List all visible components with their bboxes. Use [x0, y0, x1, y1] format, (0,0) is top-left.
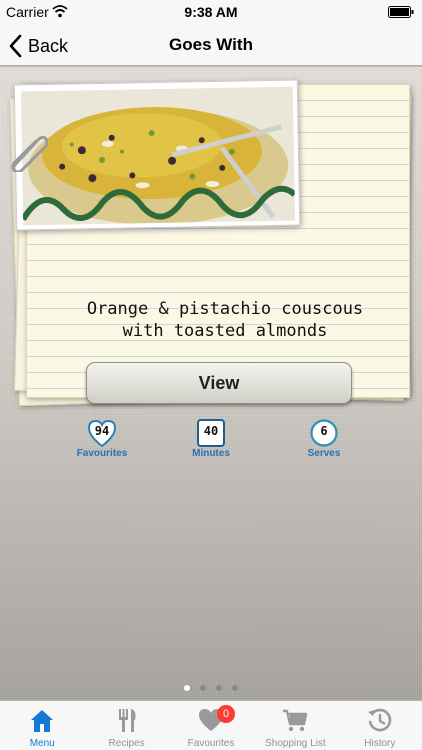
status-time: 9:38 AM [184, 4, 238, 20]
status-bar: Carrier 9:38 AM [0, 0, 422, 26]
tab-history[interactable]: History [338, 701, 422, 750]
recipe-photo[interactable] [20, 86, 296, 226]
tab-shopping-list[interactable]: Shopping List [253, 701, 337, 750]
favourites-label: Favourites [76, 448, 128, 459]
minutes-count: 40 [203, 424, 219, 438]
page-dot-4[interactable] [232, 685, 238, 691]
serves-count: 6 [320, 424, 328, 438]
paperclip-icon [11, 135, 48, 172]
recipe-photo-frame[interactable] [13, 79, 301, 231]
tab-shopping-list-label: Shopping List [265, 738, 326, 749]
stat-minutes: 40 Minutes [171, 418, 251, 459]
favourites-count: 94 [94, 424, 110, 438]
recipe-title-line1: Orange & pistachio couscous [86, 299, 364, 319]
page-indicator[interactable] [0, 685, 422, 691]
tab-recipes[interactable]: Recipes [84, 701, 168, 750]
home-icon [31, 710, 54, 732]
favourites-badge: 0 [217, 705, 236, 723]
page-title: Goes With [169, 35, 253, 54]
stat-favourites: 94 Favourites [62, 418, 142, 459]
tab-menu[interactable]: Menu [0, 701, 84, 750]
minutes-label: Minutes [192, 448, 230, 459]
page-dot-1[interactable] [184, 685, 190, 691]
tab-bar: Menu Recipes 0 Favourites Shopping List [0, 700, 422, 750]
tab-menu-label: Menu [29, 738, 55, 749]
battery-icon [388, 6, 414, 18]
tab-history-label: History [364, 738, 396, 749]
stat-serves: 6 Serves [284, 418, 364, 459]
serves-label: Serves [307, 448, 341, 459]
page-dot-3[interactable] [216, 685, 222, 691]
navigation-bar: Back Goes With [0, 26, 422, 66]
tab-recipes-label: Recipes [108, 738, 145, 749]
recipe-title: Orange & pistachio couscous with toasted… [70, 298, 380, 342]
cart-icon [283, 709, 308, 732]
tab-favourites[interactable]: 0 Favourites [169, 701, 253, 750]
view-button[interactable]: View [86, 362, 352, 404]
recipe-title-line2: with toasted almonds [122, 321, 328, 341]
history-icon [367, 708, 392, 732]
fork-knife-icon [118, 709, 136, 732]
tab-favourites-label: Favourites [187, 738, 235, 749]
page-dot-2[interactable] [200, 685, 206, 691]
